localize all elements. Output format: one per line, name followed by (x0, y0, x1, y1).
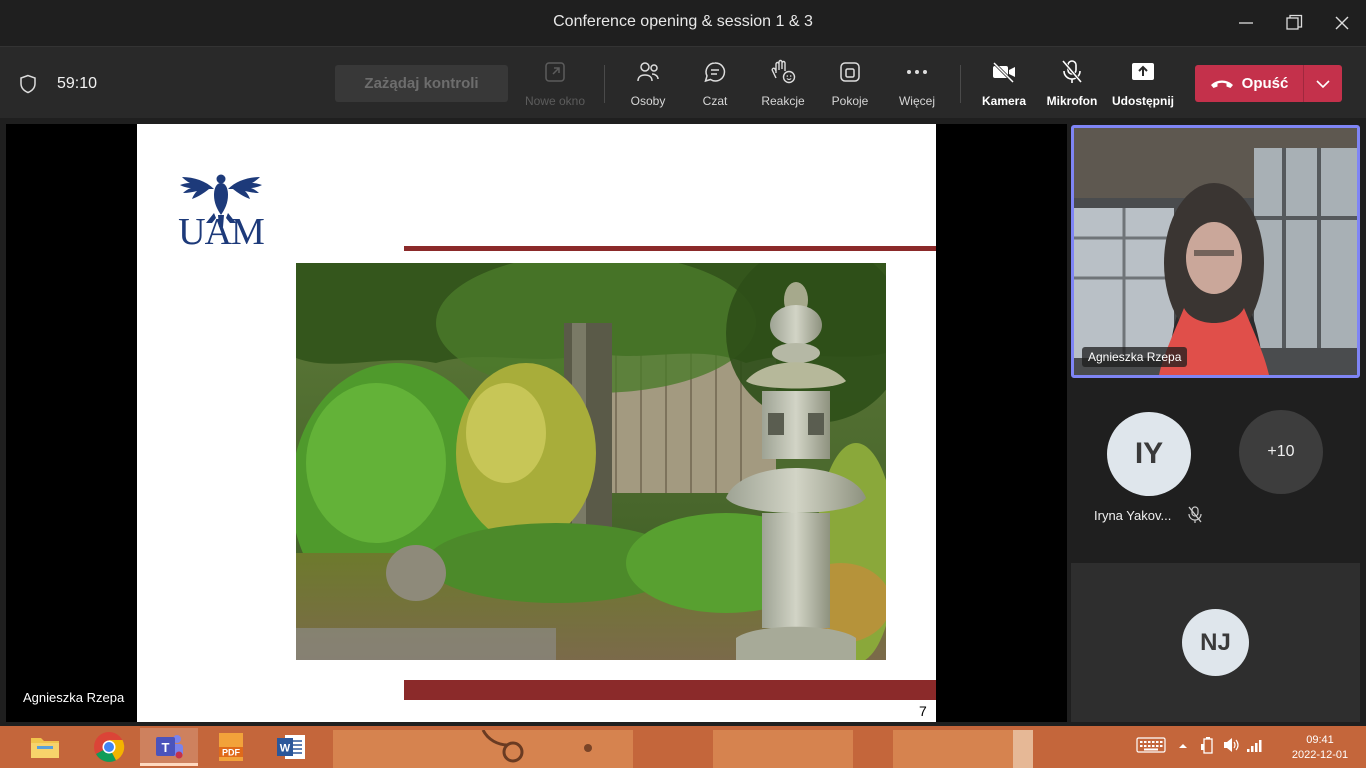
clock-time: 09:41 (1306, 734, 1334, 746)
participant-video (1074, 128, 1357, 375)
participant-video-name: Agnieszka Rzepa (1082, 347, 1188, 367)
popout-icon (545, 62, 565, 82)
toolbar-divider (604, 65, 605, 103)
reactions-button[interactable]: Reakcje (757, 59, 809, 115)
svg-text:T: T (162, 740, 170, 755)
participant-name-iy: Iryna Yakov... (1094, 508, 1172, 523)
svg-text:PDF: PDF (222, 748, 241, 758)
people-button[interactable]: Osoby (622, 59, 674, 115)
microphone-label: Mikrofon (1046, 94, 1098, 108)
meeting-timer: 59:10 (57, 75, 98, 92)
minimize-button[interactable] (1231, 8, 1261, 38)
word-icon: W (277, 735, 305, 759)
taskbar-preview-image (333, 729, 1033, 768)
network-signal-icon[interactable] (1246, 736, 1264, 754)
participant-avatar-nj: NJ (1182, 609, 1249, 676)
garden-lantern-photo (296, 263, 886, 660)
hang-up-icon (1210, 80, 1233, 88)
battery-icon[interactable] (1200, 736, 1216, 756)
mic-off-icon (1061, 60, 1083, 83)
leave-button-group: Opuść (1195, 65, 1342, 102)
participant-video-tile[interactable]: Agnieszka Rzepa (1071, 125, 1360, 378)
reactions-icon (771, 59, 796, 84)
camera-label: Kamera (981, 94, 1027, 108)
slide-page-number: 7 (919, 703, 927, 719)
more-button[interactable]: Więcej (893, 59, 941, 115)
mic-off-icon (1188, 506, 1202, 523)
rooms-label: Pokoje (831, 94, 869, 108)
uam-logo-text: UAM (178, 211, 265, 253)
chevron-up-icon[interactable] (1178, 742, 1188, 750)
new-window-label: Nowe okno (524, 94, 586, 108)
taskbar-word[interactable]: W (262, 728, 320, 766)
microphone-button[interactable]: Mikrofon (1043, 59, 1101, 115)
share-label: Udostępnij (1112, 94, 1174, 108)
system-clock[interactable]: 09:41 2022-12-01 (1280, 733, 1360, 763)
shield-icon (20, 74, 36, 94)
new-window-button[interactable]: Nowe okno (521, 59, 589, 115)
share-icon (1132, 63, 1154, 80)
leave-options-button[interactable] (1304, 65, 1342, 102)
more-icon (907, 70, 927, 74)
svg-text:W: W (280, 743, 291, 755)
taskbar-chrome[interactable] (80, 728, 138, 766)
maximize-button[interactable] (1279, 8, 1309, 38)
teams-icon: T (156, 734, 183, 758)
volume-icon[interactable] (1222, 736, 1240, 754)
leave-button[interactable]: Opuść (1195, 65, 1303, 102)
keyboard-icon[interactable] (1136, 736, 1166, 754)
chevron-down-icon (1316, 79, 1330, 88)
windows-taskbar: T PDF W 09:41 2022-12-01 (0, 726, 1366, 768)
taskbar-window-preview (333, 729, 1033, 768)
slide-bottom-rule (404, 680, 936, 700)
more-participants-button[interactable]: +10 (1239, 410, 1323, 494)
slide-top-rule (404, 246, 936, 251)
chat-icon (704, 62, 726, 83)
presenter-name-label: Agnieszka Rzepa (23, 690, 125, 705)
taskbar-pdf-reader[interactable]: PDF (202, 728, 260, 766)
share-button[interactable]: Udostępnij (1110, 59, 1176, 115)
leave-label: Opuść (1241, 75, 1289, 92)
chat-button[interactable]: Czat (693, 59, 737, 115)
minimize-icon (1239, 22, 1253, 24)
participant-avatar-iy[interactable]: IY (1107, 412, 1191, 496)
people-label: Osoby (630, 94, 666, 108)
rooms-icon (840, 62, 860, 82)
shared-screen: UAM 7 Agnieszka Rzepa (6, 124, 1067, 722)
clock-date: 2022-12-01 (1291, 749, 1349, 761)
request-control-button[interactable]: Zażądaj kontroli (335, 65, 508, 102)
close-icon (1335, 16, 1349, 30)
chat-label: Czat (702, 94, 728, 108)
title-bar: Conference opening & session 1 & 3 (0, 0, 1366, 46)
restore-icon (1286, 14, 1303, 30)
window-title: Conference opening & session 1 & 3 (553, 13, 813, 30)
taskbar-teams[interactable]: T (140, 728, 198, 766)
taskbar-file-explorer[interactable] (16, 728, 74, 766)
camera-off-icon (992, 61, 1015, 83)
close-button[interactable] (1327, 8, 1357, 38)
chrome-icon (94, 732, 125, 762)
more-label: Więcej (898, 94, 935, 108)
presentation-slide: UAM 7 (137, 124, 936, 722)
folder-icon (31, 738, 59, 758)
meeting-toolbar: 59:10 Zażądaj kontroli Nowe okno Osoby C… (0, 46, 1366, 118)
camera-button[interactable]: Kamera (979, 59, 1029, 115)
toolbar-divider (960, 65, 961, 103)
reactions-label: Reakcje (761, 94, 805, 108)
rooms-button[interactable]: Pokoje (826, 59, 874, 115)
people-icon (637, 62, 659, 82)
pdf-icon: PDF (219, 733, 243, 761)
